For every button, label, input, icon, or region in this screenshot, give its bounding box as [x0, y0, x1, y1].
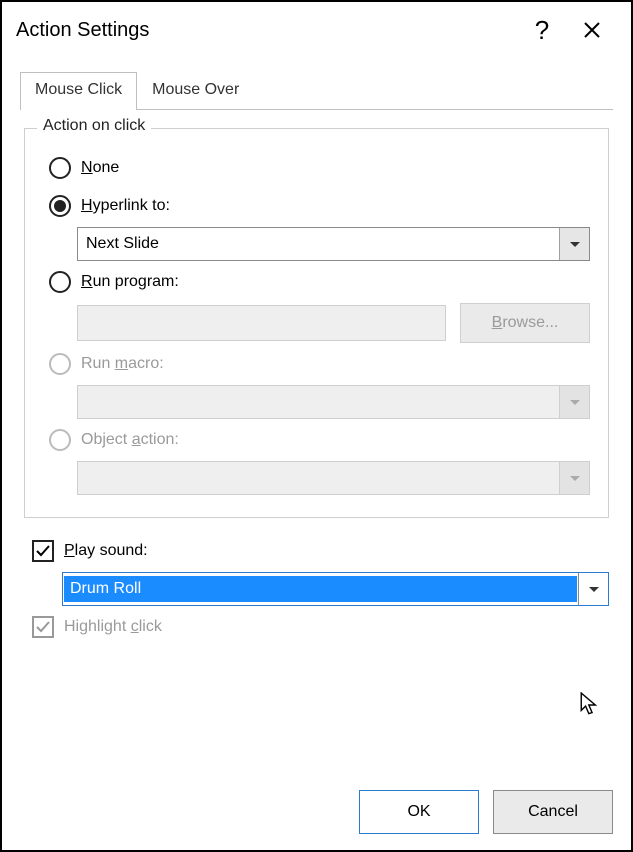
run-program-input-row: Browse... [31, 303, 590, 343]
hyperlink-dropdown-button[interactable] [559, 228, 589, 260]
radio-object-action [49, 429, 71, 451]
content-area: Mouse Click Mouse Over Action on click N… [2, 56, 631, 652]
checkmark-icon [35, 619, 51, 635]
hyperlink-target-value: Next Slide [78, 235, 559, 253]
label-object-action: Object action: [81, 431, 179, 449]
option-hyperlink-row: Hyperlink to: [31, 189, 590, 223]
chevron-down-icon [589, 587, 599, 592]
object-action-combo-row [31, 461, 590, 495]
dialog-title: Action Settings [16, 19, 517, 42]
checkmark-icon [35, 543, 51, 559]
play-sound-value: Drum Roll [64, 576, 577, 602]
chevron-down-icon [570, 400, 580, 405]
browse-button: Browse... [460, 303, 590, 343]
option-run-macro-row: Run macro: [31, 347, 590, 381]
chevron-down-icon [570, 476, 580, 481]
radio-run-macro [49, 353, 71, 375]
label-play-sound: Play sound: [64, 542, 148, 560]
chevron-down-icon [570, 242, 580, 247]
action-settings-dialog: Action Settings ? Mouse Click Mouse Over… [0, 0, 633, 852]
hyperlink-combo-row: Next Slide [31, 227, 590, 261]
label-highlight-click: Highlight click [64, 618, 162, 636]
label-run-macro: Run macro: [81, 355, 164, 373]
play-sound-row: Play sound: [24, 534, 609, 568]
option-object-action-row: Object action: [31, 423, 590, 457]
object-action-select [77, 461, 590, 495]
label-hyperlink: Hyperlink to: [81, 197, 170, 215]
cancel-button[interactable]: Cancel [493, 790, 613, 834]
ok-button[interactable]: OK [359, 790, 479, 834]
option-none-row: None [31, 151, 590, 185]
tab-mouse-over[interactable]: Mouse Over [137, 72, 254, 109]
label-none: None [81, 159, 119, 177]
radio-dot-icon [54, 200, 66, 212]
run-macro-select [77, 385, 590, 419]
mouse-cursor-icon [580, 692, 602, 718]
action-on-click-group: Action on click None Hyperlink to: Next … [24, 128, 609, 518]
highlight-click-row: Highlight click [24, 610, 609, 644]
help-button[interactable]: ? [517, 10, 567, 50]
close-icon [583, 21, 601, 39]
radio-none[interactable] [49, 157, 71, 179]
option-run-program-row: Run program: [31, 265, 590, 299]
label-run-program: Run program: [81, 273, 179, 291]
play-sound-combo-row: Drum Roll [24, 572, 609, 606]
run-macro-dropdown-button [559, 386, 589, 418]
group-legend: Action on click [37, 117, 151, 135]
play-sound-dropdown-button[interactable] [578, 573, 608, 605]
titlebar: Action Settings ? [2, 2, 631, 56]
run-program-path-field [77, 305, 446, 341]
help-icon: ? [535, 15, 549, 46]
radio-hyperlink[interactable] [49, 195, 71, 217]
dialog-footer: OK Cancel [359, 790, 613, 834]
run-macro-combo-row [31, 385, 590, 419]
checkbox-play-sound[interactable] [32, 540, 54, 562]
play-sound-select[interactable]: Drum Roll [62, 572, 609, 606]
close-button[interactable] [567, 10, 617, 50]
tab-panel-mouse-click: Action on click None Hyperlink to: Next … [20, 110, 613, 652]
checkbox-highlight-click [32, 616, 54, 638]
hyperlink-target-select[interactable]: Next Slide [77, 227, 590, 261]
tab-bar: Mouse Click Mouse Over [20, 72, 613, 110]
tab-mouse-click[interactable]: Mouse Click [20, 72, 137, 110]
object-action-dropdown-button [559, 462, 589, 494]
radio-run-program[interactable] [49, 271, 71, 293]
